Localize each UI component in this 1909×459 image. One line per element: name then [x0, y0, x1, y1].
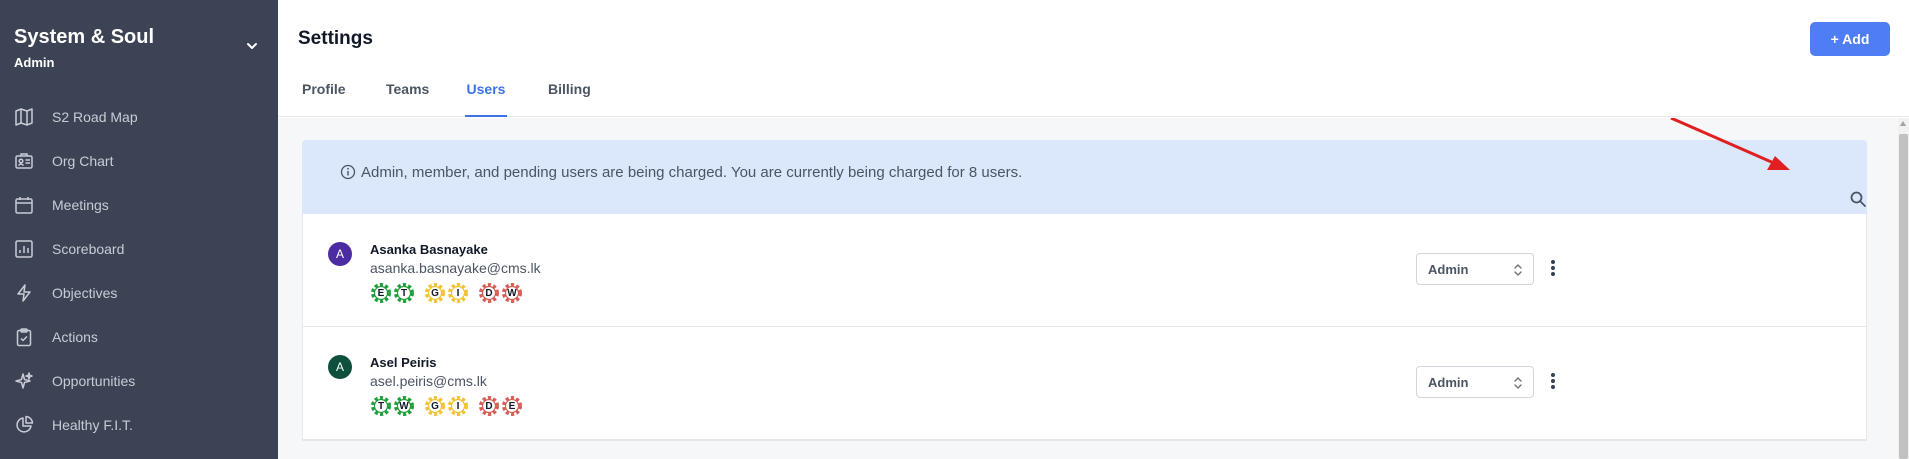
users-content: Admin, member, and pending users are bei… — [278, 118, 1909, 459]
sidebar-item-label: S2 Road Map — [52, 109, 138, 125]
calendar-icon — [13, 194, 35, 216]
badge-letter: T — [400, 287, 408, 299]
avatar: A — [328, 355, 352, 379]
sidebar-item-scoreboard[interactable]: Scoreboard — [0, 227, 278, 271]
settings-tabs: Profile Teams Users Billing — [278, 70, 1909, 117]
badge-letter: G — [431, 400, 439, 412]
gear-badge: G — [424, 395, 446, 417]
add-button[interactable]: + Add — [1810, 22, 1890, 56]
sidebar-item-label: Healthy F.I.T. — [52, 417, 133, 433]
org-role: Admin — [14, 55, 55, 70]
user-row: A Asanka Basnayake asanka.basnayake@cms.… — [303, 214, 1866, 327]
badge-letter: T — [377, 400, 385, 412]
user-email: asel.peiris@cms.lk — [370, 373, 487, 389]
sidebar-item-org-chart[interactable]: Org Chart — [0, 139, 278, 183]
clipboard-check-icon — [13, 326, 35, 348]
sidebar-item-objectives[interactable]: Objectives — [0, 271, 278, 315]
main-area: Settings + Add Profile Teams Users Billi… — [278, 0, 1909, 459]
banner-text: Admin, member, and pending users are bei… — [361, 164, 1023, 181]
sidebar-item-label: Org Chart — [52, 153, 114, 169]
gear-badge: T — [393, 282, 415, 304]
tab-billing[interactable]: Billing — [548, 70, 591, 117]
badge-group-red: D W — [478, 282, 524, 304]
badge-group-yellow: G I — [424, 395, 470, 417]
sparkles-icon — [13, 370, 35, 392]
user-name: Asel Peiris — [370, 355, 437, 370]
badge-letter: I — [456, 287, 460, 299]
org-chart-icon — [13, 150, 35, 172]
badge-group-green: T W — [370, 395, 416, 417]
badge-letter: W — [507, 287, 517, 299]
sidebar-item-label: Actions — [52, 329, 98, 345]
more-options-icon[interactable] — [1548, 370, 1558, 392]
scroll-thumb[interactable] — [1899, 134, 1908, 459]
user-row: A Asel Peiris asel.peiris@cms.lk T W G I… — [303, 327, 1866, 440]
role-select-value: Admin — [1428, 374, 1469, 390]
gear-badge: T — [370, 395, 392, 417]
map-icon — [13, 106, 35, 128]
search-icon[interactable] — [1849, 190, 1867, 208]
sidebar: System & Soul Admin S2 Road Map Org Char… — [0, 0, 278, 459]
sidebar-item-road-map[interactable]: S2 Road Map — [0, 95, 278, 139]
badge-group-green: E T — [370, 282, 416, 304]
lightning-icon — [13, 282, 35, 304]
gear-badge: D — [478, 395, 500, 417]
badge-letter: I — [456, 400, 460, 412]
gear-badge: I — [447, 282, 469, 304]
page-title: Settings — [298, 28, 373, 49]
gear-badge: E — [370, 282, 392, 304]
badge-letter: D — [485, 287, 493, 299]
badge-group-red: D E — [478, 395, 524, 417]
role-select[interactable]: Admin — [1416, 366, 1534, 398]
gear-badge: D — [478, 282, 500, 304]
gear-badge: E — [501, 395, 523, 417]
billing-info-banner: Admin, member, and pending users are bei… — [302, 140, 1867, 214]
sidebar-item-label: Opportunities — [52, 373, 136, 389]
pie-chart-icon — [13, 414, 35, 436]
gear-badge: W — [393, 395, 415, 417]
user-email: asanka.basnayake@cms.lk — [370, 260, 541, 276]
badge-letter: G — [431, 287, 439, 299]
chevron-down-icon[interactable] — [242, 36, 262, 56]
avatar: A — [328, 242, 352, 266]
sidebar-item-meetings[interactable]: Meetings — [0, 183, 278, 227]
role-select-value: Admin — [1428, 261, 1469, 277]
gear-badge: I — [447, 395, 469, 417]
user-list: A Asanka Basnayake asanka.basnayake@cms.… — [302, 214, 1867, 441]
tab-users[interactable]: Users — [465, 70, 507, 117]
scrollbar[interactable] — [1898, 118, 1909, 459]
sidebar-item-label: Objectives — [52, 285, 118, 301]
role-select[interactable]: Admin — [1416, 253, 1534, 285]
badge-letter: D — [485, 400, 493, 412]
gear-badge: W — [501, 282, 523, 304]
tab-profile[interactable]: Profile — [302, 70, 346, 117]
sidebar-item-label: Meetings — [52, 197, 109, 213]
chevron-up-down-icon — [1514, 377, 1522, 389]
badge-letter: W — [399, 400, 409, 412]
chevron-up-down-icon — [1514, 264, 1522, 276]
sidebar-nav: S2 Road Map Org Chart Meetings Scoreboar… — [0, 95, 278, 447]
tab-teams[interactable]: Teams — [386, 70, 429, 117]
sidebar-item-actions[interactable]: Actions — [0, 315, 278, 359]
gear-badge: G — [424, 282, 446, 304]
badge-group-yellow: G I — [424, 282, 470, 304]
scroll-up-arrow-icon[interactable] — [1900, 121, 1906, 126]
user-name: Asanka Basnayake — [370, 242, 488, 257]
more-options-icon[interactable] — [1548, 257, 1558, 279]
user-badges: E T G I D W — [370, 282, 532, 304]
bar-chart-icon — [13, 238, 35, 260]
org-name: System & Soul — [14, 26, 155, 48]
sidebar-item-label: Scoreboard — [52, 241, 125, 257]
brand[interactable]: System & Soul Admin — [14, 26, 154, 70]
sidebar-item-opportunities[interactable]: Opportunities — [0, 359, 278, 403]
badge-letter: E — [508, 400, 516, 412]
info-icon — [340, 164, 356, 180]
user-badges: T W G I D E — [370, 395, 532, 417]
badge-letter: E — [377, 287, 385, 299]
sidebar-item-healthy-fit[interactable]: Healthy F.I.T. — [0, 403, 278, 447]
